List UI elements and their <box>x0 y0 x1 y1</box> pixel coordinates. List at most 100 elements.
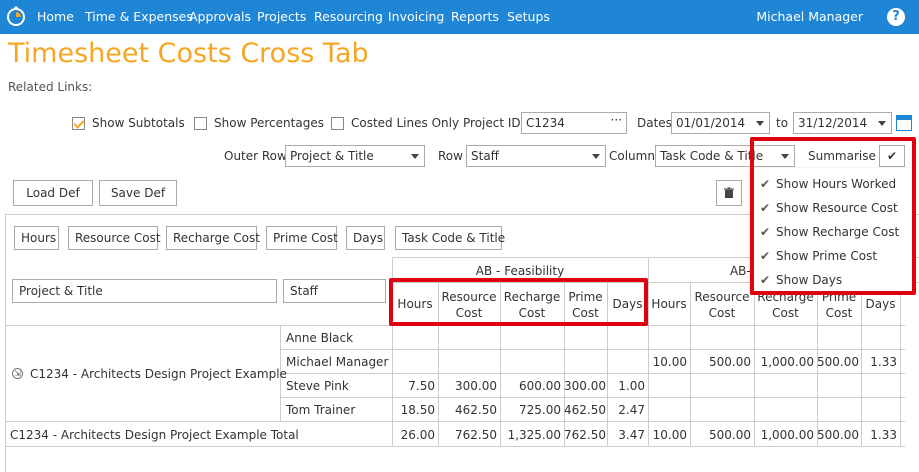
date-to-select[interactable]: 31/12/2014 <box>793 112 892 134</box>
calendar-icon[interactable] <box>896 115 912 131</box>
costed-lines-only-checkbox[interactable] <box>331 117 344 130</box>
outer-row-select[interactable]: Project & Title <box>285 145 425 167</box>
expand-collapse-icon[interactable]: ⇲ <box>12 368 23 379</box>
to-label: to <box>776 116 789 130</box>
total-row-label: C1234 - Architects Design Project Exampl… <box>10 428 299 442</box>
trash-icon <box>724 187 734 198</box>
grid-line <box>900 282 901 446</box>
total-cell: 3.47 <box>618 428 645 442</box>
value-cell: 2.47 <box>618 403 645 417</box>
nav-invoicing[interactable]: Invoicing <box>388 9 444 24</box>
total-cell: 762.50 <box>564 428 606 442</box>
staff-cell: Anne Black <box>286 331 354 345</box>
value-cell: 462.50 <box>564 403 606 417</box>
grid-line <box>5 421 905 422</box>
col-header-resource: Resource <box>694 290 750 304</box>
highlight-feasibility-headers <box>389 278 648 326</box>
outer-row-label: Outer Row <box>224 149 287 163</box>
total-cell: 1.33 <box>870 428 897 442</box>
pill-hours[interactable]: Hours <box>14 226 59 250</box>
total-cell: 762.50 <box>455 428 497 442</box>
total-cell: 26.00 <box>400 428 435 442</box>
pill-days[interactable]: Days <box>346 226 385 250</box>
value-cell: 1.33 <box>870 355 897 369</box>
grid-line <box>648 257 649 446</box>
row-select[interactable]: Staff <box>466 145 606 167</box>
dates-label: Dates <box>637 116 672 130</box>
show-percentages-label: Show Percentages <box>214 116 324 130</box>
chevron-down-icon <box>411 154 419 159</box>
stopwatch-logo-icon[interactable] <box>6 6 26 26</box>
project-cell: C1234 - Architects Design Project Exampl… <box>30 367 287 381</box>
group-header-feasibility: AB - Feasibility <box>475 264 565 278</box>
value-cell: 18.50 <box>400 403 435 417</box>
total-cell: 1,000.00 <box>760 428 814 442</box>
value-cell: 7.50 <box>408 379 435 393</box>
page-title: Timesheet Costs Cross Tab <box>8 38 369 69</box>
staff-cell: Steve Pink <box>286 379 349 393</box>
save-def-button[interactable]: Save Def <box>99 180 177 206</box>
value-cell: 500.00 <box>709 355 751 369</box>
nav-reports[interactable]: Reports <box>451 9 499 24</box>
user-menu[interactable]: Michael Manager <box>756 9 863 24</box>
nav-setups[interactable]: Setups <box>507 9 550 24</box>
value-cell: 600.00 <box>519 379 561 393</box>
show-percentages-checkbox[interactable] <box>194 117 207 130</box>
column-label: Column <box>609 149 655 163</box>
date-from-value: 01/01/2014 <box>676 116 746 130</box>
top-nav-bar: Home Time & Expenses Approvals Projects … <box>0 0 919 34</box>
help-icon[interactable]: ? <box>887 8 905 26</box>
show-subtotals-label: Show Subtotals <box>92 116 185 130</box>
total-cell: 500.00 <box>709 428 751 442</box>
value-cell: 725.00 <box>519 403 561 417</box>
nav-resourcing[interactable]: Resourcing <box>314 9 383 24</box>
col-header-cost: Cost <box>708 306 736 320</box>
grid-line <box>280 349 905 350</box>
chevron-down-icon <box>756 121 764 126</box>
col-header-hours: Hours <box>651 297 687 311</box>
chevron-down-icon <box>878 121 886 126</box>
highlight-summarise-menu <box>750 137 916 295</box>
nav-home[interactable]: Home <box>37 9 74 24</box>
show-subtotals-checkbox[interactable] <box>72 117 85 130</box>
total-cell: 500.00 <box>817 428 859 442</box>
pill-recharge-cost[interactable]: Recharge Cost <box>166 226 260 250</box>
grid-line <box>280 373 905 374</box>
pill-task-code-title[interactable]: Task Code & Title <box>395 226 505 250</box>
row-value: Staff <box>471 149 499 163</box>
row-header[interactable]: Staff <box>283 279 386 303</box>
nav-approvals[interactable]: Approvals <box>189 9 251 24</box>
outer-row-value: Project & Title <box>290 149 374 163</box>
value-cell: 300.00 <box>564 379 606 393</box>
grid-line <box>5 446 905 447</box>
date-to-value: 31/12/2014 <box>798 116 868 130</box>
value-cell: 462.50 <box>455 403 497 417</box>
load-def-button[interactable]: Load Def <box>13 180 93 206</box>
col-header-days: Days <box>865 297 896 311</box>
outer-row-header[interactable]: Project & Title <box>12 279 277 303</box>
value-cell: 1.00 <box>618 379 645 393</box>
nav-time-expenses[interactable]: Time & Expenses <box>85 9 193 24</box>
row-label: Row <box>438 149 463 163</box>
project-id-field[interactable]: C1234 ··· <box>521 112 627 134</box>
chevron-down-icon <box>592 154 600 159</box>
project-id-label: Project ID: <box>463 116 525 130</box>
value-cell: 1,000.00 <box>760 355 814 369</box>
related-links[interactable]: Related Links: <box>8 80 92 94</box>
value-cell: 10.00 <box>652 355 687 369</box>
pill-prime-cost[interactable]: Prime Cost <box>266 226 338 250</box>
col-header-cost: Cost <box>825 306 853 320</box>
grid-line <box>280 397 905 398</box>
ellipsis-icon[interactable]: ··· <box>611 113 622 130</box>
nav-projects[interactable]: Projects <box>257 9 306 24</box>
value-cell: 300.00 <box>455 379 497 393</box>
project-id-value: C1234 <box>526 116 565 130</box>
staff-cell: Tom Trainer <box>286 403 356 417</box>
pill-resource-cost[interactable]: Resource Cost <box>68 226 161 250</box>
staff-cell: Michael Manager <box>286 355 389 369</box>
total-cell: 1,325.00 <box>507 428 561 442</box>
column-value: Task Code & Title <box>660 149 764 163</box>
delete-button[interactable] <box>716 180 742 206</box>
date-from-select[interactable]: 01/01/2014 <box>671 112 770 134</box>
costed-lines-only-label: Costed Lines Only <box>351 116 460 130</box>
